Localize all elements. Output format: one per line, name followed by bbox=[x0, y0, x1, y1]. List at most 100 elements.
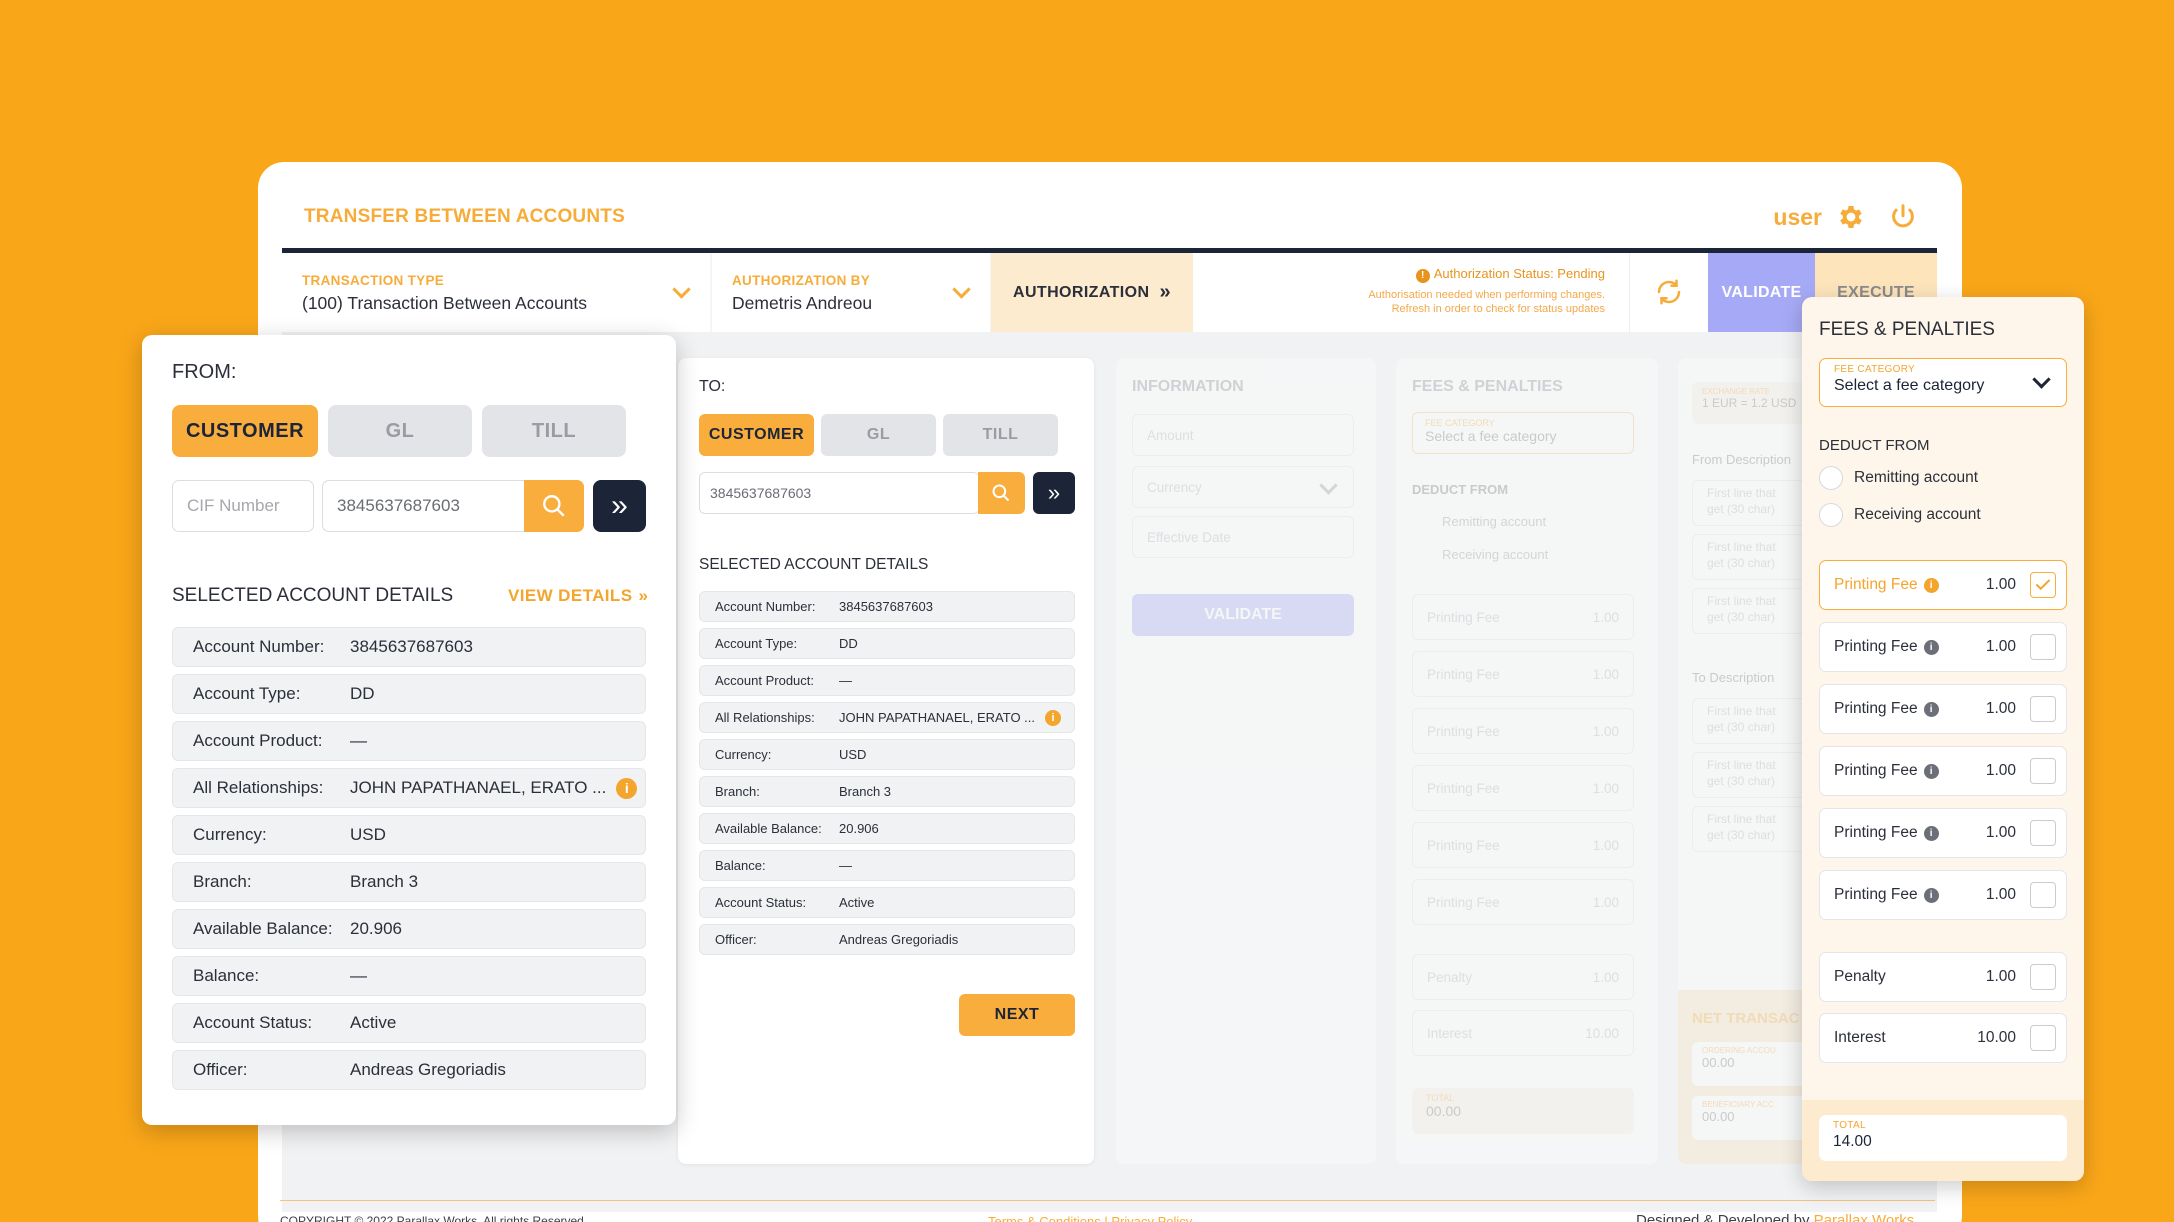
fee-amount: 1.00 bbox=[1985, 576, 2016, 593]
fee-checkbox[interactable] bbox=[2030, 572, 2056, 598]
placeholder-1: First line that bbox=[1707, 486, 1776, 500]
double-chevron-right-icon: » bbox=[1159, 281, 1171, 303]
detail-value: USD bbox=[350, 825, 386, 844]
info-icon[interactable]: i bbox=[1923, 577, 1939, 593]
company-link[interactable]: Parallax Works bbox=[1814, 1212, 1915, 1222]
footer-separator: | bbox=[1104, 1214, 1108, 1222]
validate-button[interactable]: VALIDATE bbox=[1708, 253, 1815, 332]
from-segment-customer[interactable]: CUSTOMER bbox=[172, 405, 318, 457]
from-account-input[interactable]: 3845637687603 bbox=[322, 480, 526, 532]
interest-label: Interest bbox=[1427, 1025, 1473, 1041]
page-title: TRANSFER BETWEEN ACCOUNTS bbox=[304, 206, 625, 227]
description-line[interactable]: First line that get (30 char) bbox=[1692, 752, 1802, 798]
fees-bg-remitting: Remitting account bbox=[1442, 514, 1547, 529]
placeholder-1: First line that bbox=[1707, 758, 1776, 772]
fee-checkbox[interactable] bbox=[2030, 634, 2056, 660]
fee-label: Printing Fee bbox=[1427, 609, 1500, 625]
description-line[interactable]: First line that get (30 char) bbox=[1692, 480, 1802, 526]
status-note-1: Authorisation needed when performing cha… bbox=[1368, 288, 1605, 301]
from-next-arrow-button[interactable]: » bbox=[593, 480, 646, 532]
to-account-input[interactable]: 3845637687603 bbox=[699, 472, 979, 514]
fees-bg-category-select[interactable]: FEE CATEGORY Select a fee category bbox=[1412, 412, 1634, 454]
detail-label: All Relationships: bbox=[193, 778, 324, 797]
from-title: FROM: bbox=[172, 361, 237, 383]
refresh-icon bbox=[1657, 279, 1681, 305]
currency-select[interactable]: Currency bbox=[1132, 466, 1354, 508]
ordering-caption: ORDERING ACCOU bbox=[1702, 1046, 1776, 1055]
fee-checkbox[interactable] bbox=[2030, 758, 2056, 784]
penalty-checkbox[interactable] bbox=[2030, 964, 2056, 990]
information-validate-button[interactable]: VALIDATE bbox=[1132, 594, 1354, 636]
info-icon[interactable]: i bbox=[616, 777, 638, 799]
to-search-button[interactable] bbox=[978, 472, 1025, 514]
description-line[interactable]: First line that get (30 char) bbox=[1692, 534, 1802, 580]
fees-title: FEES & PENALTIES bbox=[1819, 319, 1995, 340]
amount-input[interactable]: Amount bbox=[1132, 414, 1354, 456]
to-segment-gl[interactable]: GL bbox=[821, 414, 936, 456]
transaction-type-value: (100) Transaction Between Accounts bbox=[302, 293, 588, 313]
info-icon[interactable]: i bbox=[1923, 701, 1939, 717]
authorization-by-select[interactable]: AUTHORIZATION BY Demetris Andreou bbox=[712, 253, 990, 332]
fee-amount: 1.00 bbox=[1592, 894, 1619, 910]
fees-bg-fee-row: Printing Fee 1.00 bbox=[1412, 708, 1634, 754]
gear-icon[interactable] bbox=[1836, 202, 1866, 232]
info-icon[interactable]: i bbox=[1923, 639, 1939, 655]
from-search-button[interactable] bbox=[524, 480, 584, 532]
detail-label: Account Number: bbox=[193, 637, 325, 656]
remitting-account-radio[interactable] bbox=[1819, 466, 1843, 490]
placeholder-2: get (30 char) bbox=[1707, 774, 1776, 788]
placeholder-1: First line that bbox=[1707, 594, 1776, 608]
to-segment-till[interactable]: TILL bbox=[943, 414, 1058, 456]
detail-label: Account Type: bbox=[715, 636, 798, 651]
to-segment-customer[interactable]: CUSTOMER bbox=[699, 414, 814, 456]
fees-bg-fee-row: Printing Fee 1.00 bbox=[1412, 651, 1634, 697]
authorization-button[interactable]: AUTHORIZATION » bbox=[991, 253, 1193, 332]
from-detail-row: Account Number: 3845637687603 bbox=[172, 627, 646, 667]
privacy-link[interactable]: Privacy Policy bbox=[1111, 1214, 1192, 1222]
from-segment-till[interactable]: TILL bbox=[482, 405, 626, 457]
penalty-amount: 1.00 bbox=[1985, 968, 2016, 985]
detail-value: Branch 3 bbox=[350, 872, 419, 891]
detail-label: Account Status: bbox=[193, 1013, 313, 1032]
view-details-link[interactable]: VIEW DETAILS » bbox=[508, 586, 648, 606]
to-next-arrow-button[interactable]: » bbox=[1033, 472, 1075, 514]
receiving-account-radio[interactable] bbox=[1819, 503, 1843, 527]
fees-bg-fee-row: Printing Fee 1.00 bbox=[1412, 822, 1634, 868]
effective-date-input[interactable]: Effective Date bbox=[1132, 516, 1354, 558]
info-icon[interactable]: i bbox=[1045, 709, 1062, 726]
fee-category-select[interactable]: FEE CATEGORY Select a fee category bbox=[1819, 358, 2067, 407]
fee-checkbox[interactable] bbox=[2030, 696, 2056, 722]
footer-credit: Designed & Developed by Parallax Works bbox=[1636, 1212, 1914, 1222]
power-icon[interactable] bbox=[1888, 202, 1918, 232]
next-button[interactable]: NEXT bbox=[959, 994, 1075, 1036]
total-section: TOTAL 14.00 bbox=[1802, 1100, 2084, 1181]
description-line[interactable]: First line that get (30 char) bbox=[1692, 698, 1802, 744]
from-segment-gl[interactable]: GL bbox=[328, 405, 472, 457]
user-name[interactable]: user bbox=[1773, 204, 1822, 231]
refresh-button[interactable] bbox=[1629, 253, 1708, 332]
net-transaction-title: NET TRANSAC bbox=[1692, 1010, 1800, 1027]
description-line[interactable]: First line that get (30 char) bbox=[1692, 806, 1802, 852]
info-icon[interactable]: i bbox=[1923, 887, 1939, 903]
fee-row: Printing Fee i 1.00 bbox=[1819, 622, 2067, 672]
detail-label: Account Product: bbox=[193, 731, 323, 750]
from-detail-row: Branch: Branch 3 bbox=[172, 862, 646, 902]
fee-label: Printing Fee bbox=[1834, 886, 1918, 903]
search-icon bbox=[992, 484, 1010, 502]
interest-row: Interest 10.00 bbox=[1819, 1013, 2067, 1063]
view-details-label: VIEW DETAILS bbox=[508, 586, 633, 605]
interest-checkbox[interactable] bbox=[2030, 1025, 2056, 1051]
fee-checkbox[interactable] bbox=[2030, 882, 2056, 908]
terms-link[interactable]: Terms & Conditions bbox=[988, 1214, 1101, 1222]
authorization-by-value: Demetris Andreou bbox=[732, 293, 873, 313]
fees-bg-fee-row: Printing Fee 1.00 bbox=[1412, 594, 1634, 640]
description-line[interactable]: First line that get (30 char) bbox=[1692, 588, 1802, 634]
info-icon[interactable]: i bbox=[1923, 763, 1939, 779]
detail-label: Account Status: bbox=[715, 895, 807, 910]
info-icon[interactable]: i bbox=[1923, 825, 1939, 841]
fees-bg-total: TOTAL 00.00 bbox=[1412, 1088, 1634, 1134]
fee-checkbox[interactable] bbox=[2030, 820, 2056, 846]
detail-value: Andreas Gregoriadis bbox=[350, 1060, 506, 1079]
cif-number-input[interactable]: CIF Number bbox=[172, 480, 314, 532]
transaction-type-select[interactable]: TRANSACTION TYPE (100) Transaction Betwe… bbox=[282, 253, 710, 332]
